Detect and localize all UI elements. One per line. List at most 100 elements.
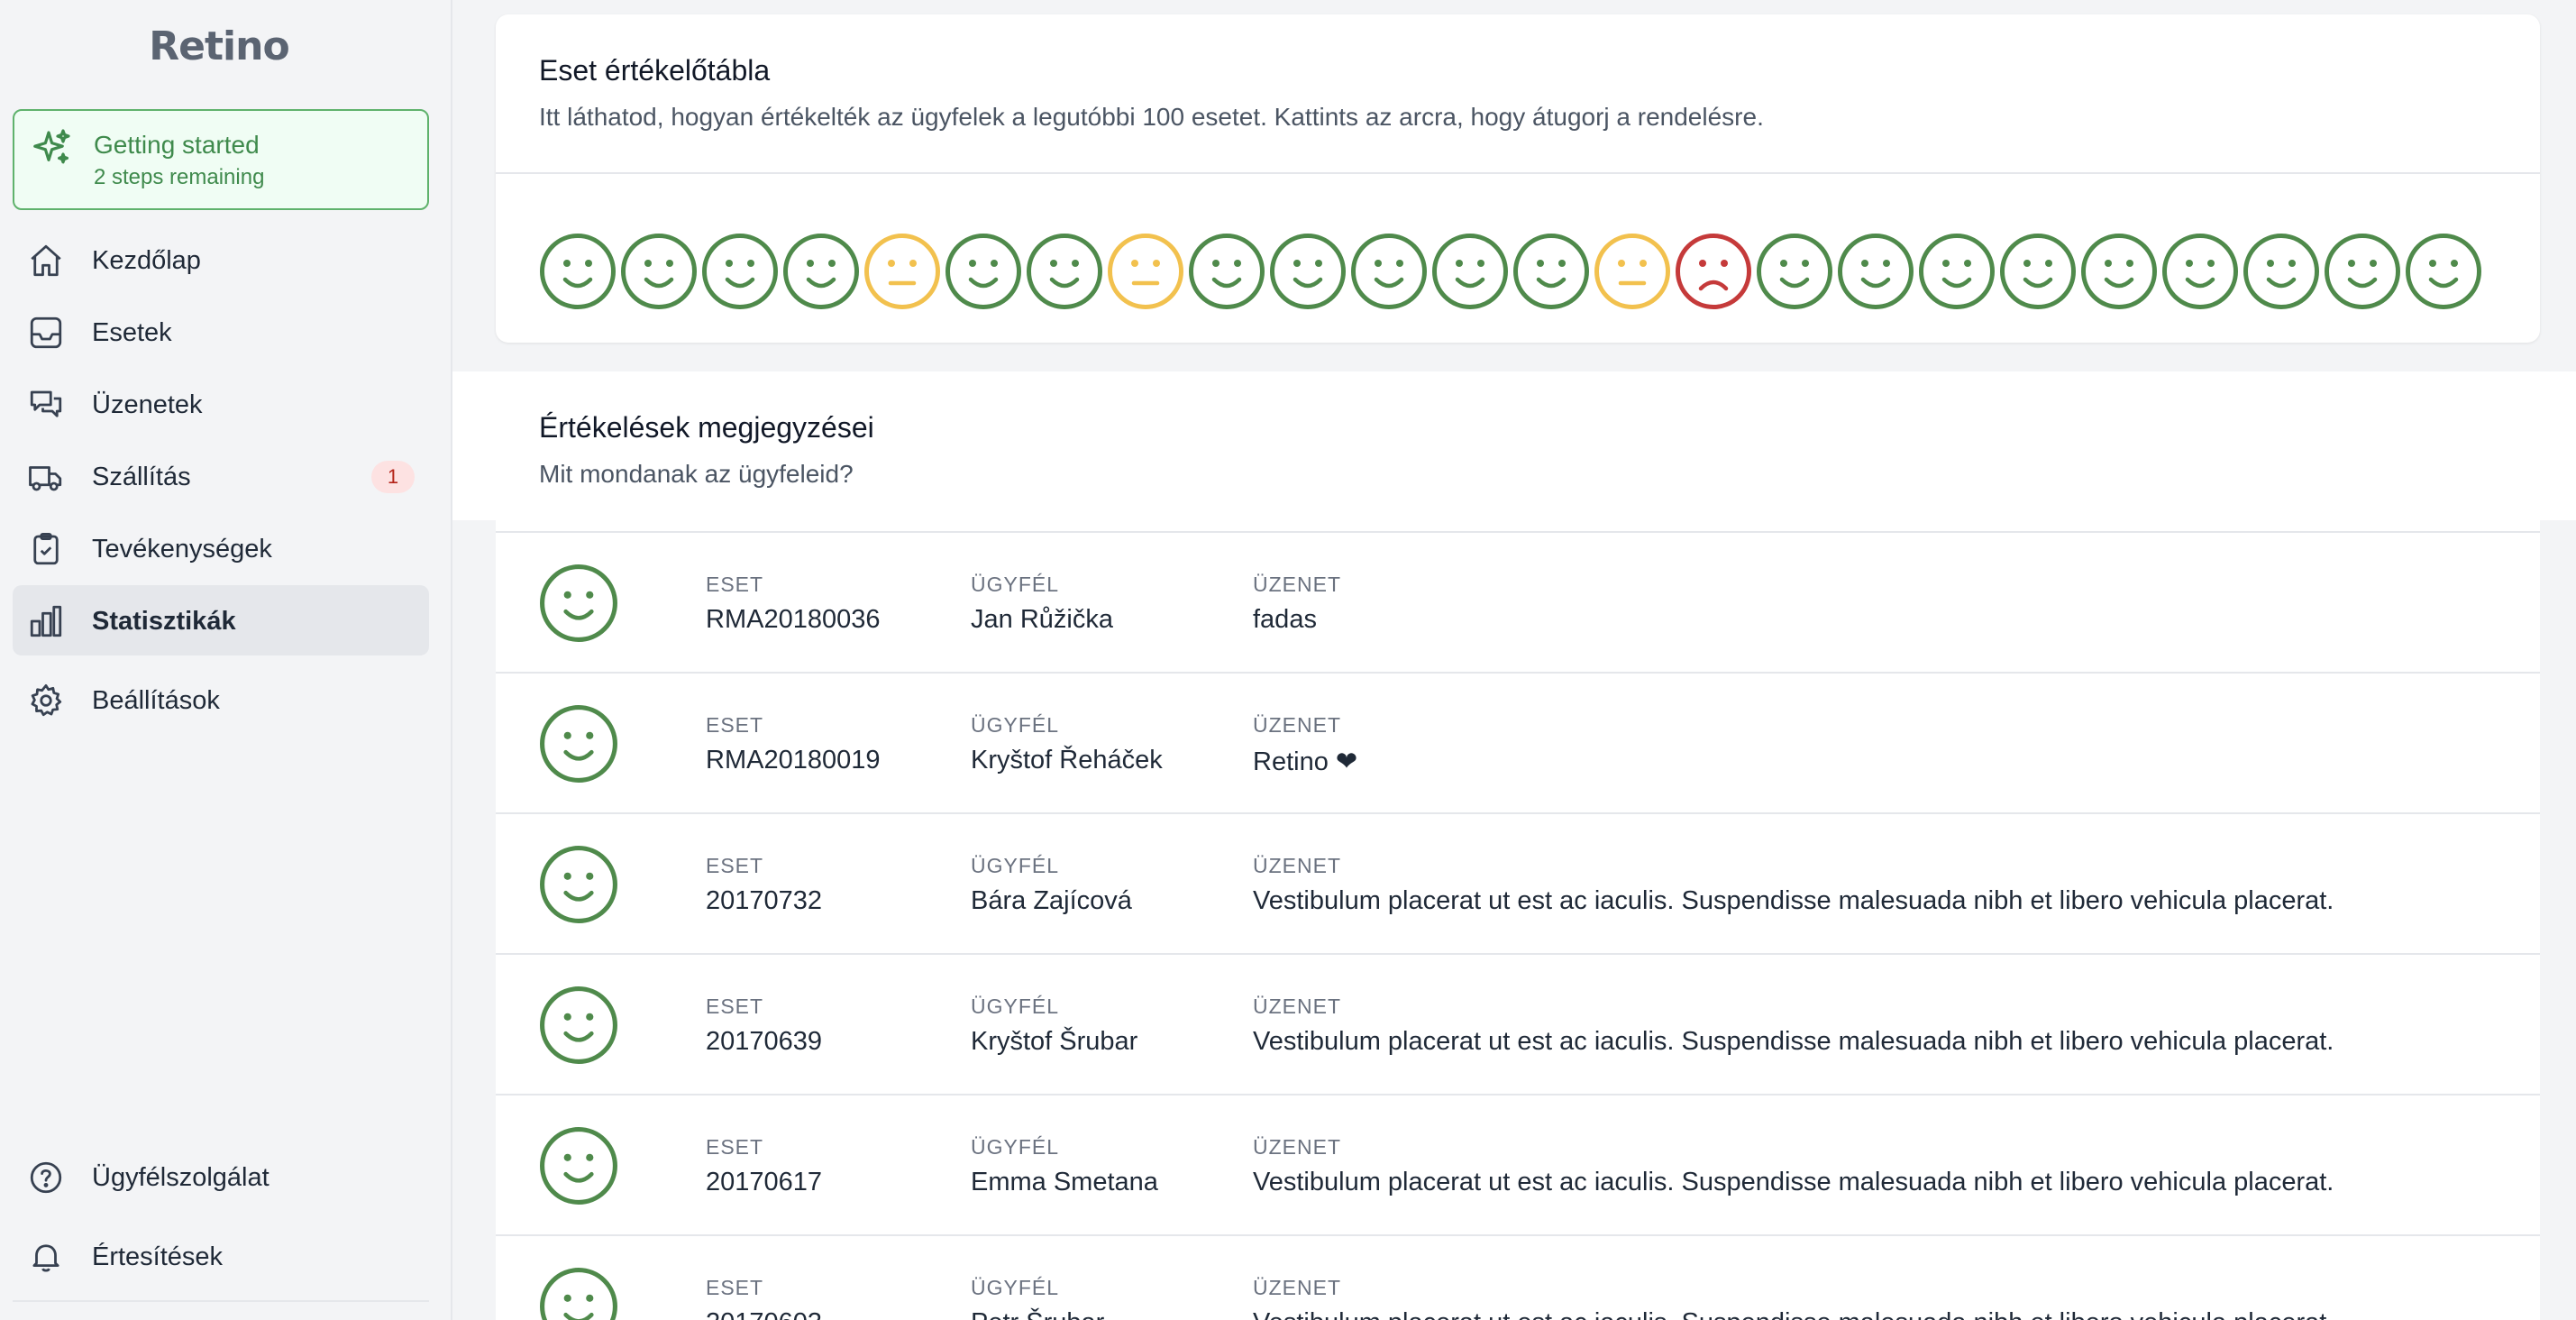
sidebar-item-beallitasok[interactable]: Beállítások xyxy=(13,665,429,735)
customer-name: Bára Zajícová xyxy=(971,886,1132,915)
case-number[interactable]: RMA20180019 xyxy=(706,746,880,775)
comment-message: Retino ❤ xyxy=(1253,747,1358,776)
rating-face-positive[interactable] xyxy=(701,233,779,310)
smiley-face-icon xyxy=(783,234,859,309)
rating-face-positive[interactable] xyxy=(1269,233,1347,310)
comment-rating-face[interactable] xyxy=(539,1126,618,1205)
comment-rating-face[interactable] xyxy=(539,845,618,924)
message-column-label: ÜZENET xyxy=(1253,573,1341,596)
smiley-face-icon xyxy=(2325,234,2400,309)
customer-column-label: ÜGYFÉL xyxy=(971,854,1060,877)
smiley-face-icon xyxy=(540,705,617,783)
rating-face-positive[interactable] xyxy=(2243,233,2320,310)
sidebar-item-label: Szállítás xyxy=(92,463,191,491)
customer-name: Kryštof Šrubar xyxy=(971,1027,1138,1056)
rating-faces xyxy=(539,233,2482,314)
sidebar-item-statisztikak[interactable]: Statisztikák xyxy=(13,585,429,655)
sidebar-divider xyxy=(13,1300,429,1302)
clipboard-check-icon xyxy=(33,532,59,565)
comment-row[interactable]: ESET 20170639 ÜGYFÉL Kryštof Šrubar ÜZENET Ve… xyxy=(496,953,2540,1094)
message-column-label: ÜZENET xyxy=(1253,995,1341,1018)
smiley-face-icon xyxy=(1189,234,1265,309)
rating-face-positive[interactable] xyxy=(2161,233,2239,310)
rating-face-negative[interactable] xyxy=(1675,233,1752,310)
case-scoreboard-card: Eset értékelőtábla Itt láthatod, hogyan … xyxy=(496,14,2540,343)
sidebar-item-label: Esetek xyxy=(92,318,172,347)
customer-name: Jan Růžička xyxy=(971,605,1113,634)
card-divider xyxy=(496,172,2540,174)
case-number[interactable]: 20170639 xyxy=(706,1027,822,1057)
case-number[interactable]: RMA20180036 xyxy=(706,605,880,635)
smiley-face-icon xyxy=(1919,234,1995,309)
rating-face-positive[interactable] xyxy=(1837,233,1914,310)
scoreboard-title: Eset értékelőtábla xyxy=(539,54,771,87)
case-number[interactable]: 20170617 xyxy=(706,1168,822,1197)
getting-started-card[interactable]: Getting started 2 steps remaining xyxy=(13,109,429,210)
comments-title: Értékelések megjegyzései xyxy=(539,411,874,444)
case-number[interactable]: 20170732 xyxy=(706,886,822,916)
rating-face-positive[interactable] xyxy=(539,233,617,310)
rating-face-neutral[interactable] xyxy=(1594,233,1671,310)
smiley-face-icon xyxy=(945,234,1021,309)
case-column-label: ESET xyxy=(706,573,764,596)
smiley-face-icon xyxy=(621,234,697,309)
comment-message: fadas xyxy=(1253,605,1317,634)
sidebar-item-label: Értesítések xyxy=(92,1242,224,1271)
sidebar-item-esetek[interactable]: Esetek xyxy=(13,297,429,367)
sidebar-item-ugyfelszolgalat[interactable]: Ügyfélszolgálat xyxy=(13,1141,429,1212)
comment-row[interactable]: ESET RMA20180019 ÜGYFÉL Kryštof Řeháček ÜZEN… xyxy=(496,672,2540,812)
bell-icon xyxy=(32,1244,59,1272)
comment-rating-face[interactable] xyxy=(539,704,618,784)
rating-face-positive[interactable] xyxy=(945,233,1022,310)
comment-message: Vestibulum placerat ut est ac iaculis. S… xyxy=(1253,886,2334,915)
case-number[interactable]: 20170603 xyxy=(706,1308,822,1320)
sidebar-item-label: Kezdőlap xyxy=(92,246,201,275)
comment-rating-face[interactable] xyxy=(539,985,618,1065)
rating-face-positive[interactable] xyxy=(1188,233,1265,310)
smiley-face-icon xyxy=(2081,234,2157,309)
app-logo[interactable]: Retino xyxy=(0,23,438,69)
comment-rating-face[interactable] xyxy=(539,564,618,643)
rating-face-positive[interactable] xyxy=(1512,233,1590,310)
comment-row[interactable]: ESET 20170603 ÜGYFÉL Petr Šrubar ÜZENET Vesti… xyxy=(496,1234,2540,1320)
message-column-label: ÜZENET xyxy=(1253,1135,1341,1159)
smiley-face-icon xyxy=(540,846,617,923)
rating-face-neutral[interactable] xyxy=(1107,233,1184,310)
smiley-face-icon xyxy=(1432,234,1508,309)
rating-face-positive[interactable] xyxy=(620,233,698,310)
rating-face-positive[interactable] xyxy=(1431,233,1509,310)
rating-face-neutral[interactable] xyxy=(863,233,941,310)
sidebar-item-uzenetek[interactable]: Üzenetek xyxy=(13,369,429,439)
comment-message: Vestibulum placerat ut est ac iaculis. S… xyxy=(1253,1027,2334,1056)
gear-icon xyxy=(31,683,62,717)
sidebar-item-kezdolap[interactable]: Kezdőlap xyxy=(13,225,429,295)
rating-face-positive[interactable] xyxy=(1026,233,1103,310)
sidebar-item-ertesitesek[interactable]: Értesítések xyxy=(13,1221,429,1291)
smiley-face-icon xyxy=(1513,234,1589,309)
case-column-label: ESET xyxy=(706,713,764,737)
message-column-label: ÜZENET xyxy=(1253,854,1341,877)
rating-face-positive[interactable] xyxy=(782,233,860,310)
sidebar-item-tevekenysegek[interactable]: Tevékenységek xyxy=(13,513,429,583)
rating-face-positive[interactable] xyxy=(1350,233,1428,310)
comment-row[interactable]: ESET 20170732 ÜGYFÉL Bára Zajícová ÜZENET Ves… xyxy=(496,812,2540,953)
customer-column-label: ÜGYFÉL xyxy=(971,1135,1060,1159)
comment-row[interactable]: ESET 20170617 ÜGYFÉL Emma Smetana ÜZENET Vest… xyxy=(496,1094,2540,1234)
smiley-face-icon xyxy=(540,564,617,642)
sidebar-item-szallitas[interactable]: Szállítás 1 xyxy=(13,441,429,511)
rating-face-positive[interactable] xyxy=(1756,233,1833,310)
message-column-label: ÜZENET xyxy=(1253,1276,1341,1299)
comment-rating-face[interactable] xyxy=(539,1267,618,1320)
rating-face-positive[interactable] xyxy=(2405,233,2482,310)
rating-face-positive[interactable] xyxy=(1918,233,1996,310)
chat-icon xyxy=(30,390,62,417)
smiley-face-icon xyxy=(2000,234,2076,309)
rating-face-positive[interactable] xyxy=(2080,233,2158,310)
rating-face-positive[interactable] xyxy=(1999,233,2077,310)
comment-row[interactable]: ESET RMA20180036 ÜGYFÉL Jan Růžička ÜZENET fa… xyxy=(496,531,2540,672)
shipping-count-badge: 1 xyxy=(371,461,415,493)
comment-message: Vestibulum placerat ut est ac iaculis. S… xyxy=(1253,1308,2334,1320)
home-icon xyxy=(31,244,61,277)
message-column-label: ÜZENET xyxy=(1253,713,1341,737)
rating-face-positive[interactable] xyxy=(2324,233,2401,310)
